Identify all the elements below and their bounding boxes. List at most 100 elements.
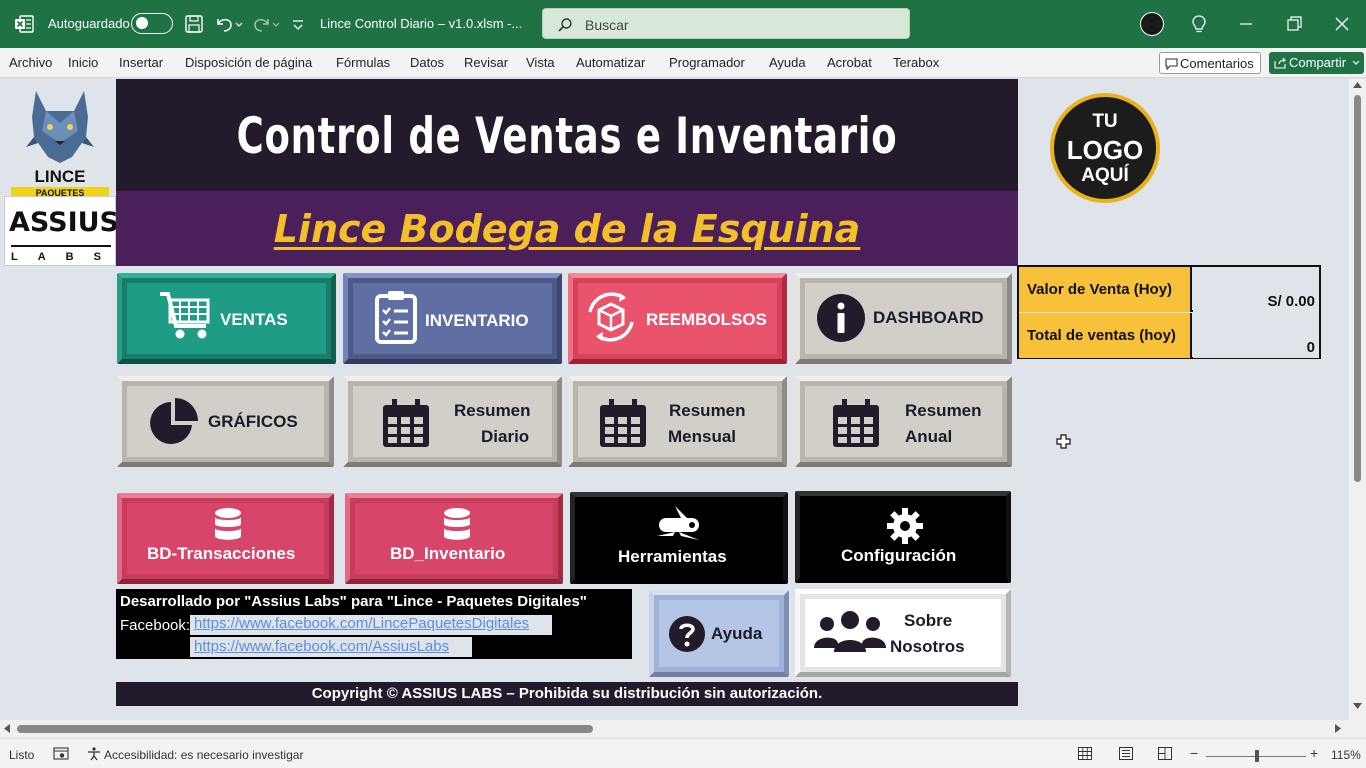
question-circle-icon xyxy=(669,616,705,652)
comments-button[interactable]: Comentarios xyxy=(1159,52,1261,74)
reembolsos-label: REEMBOLSOS xyxy=(646,310,767,329)
copyright-text: Copyright © ASSIUS LABS – Prohibida su d… xyxy=(311,685,823,702)
tab-archivo[interactable]: Archivo xyxy=(9,55,52,70)
worksheet: LINCE PAQUETES DIGITALES ASSIUS LABS Con… xyxy=(0,79,1349,720)
database-icon xyxy=(215,508,241,540)
assius-labs-logo: ASSIUS LABS xyxy=(4,196,121,266)
resumen-anual-label-2: Anual xyxy=(905,427,953,446)
your-logo-placeholder: TU LOGO AQUÍ xyxy=(1050,93,1160,203)
facebook-link-assius[interactable]: https://www.facebook.com/AssiusLabs xyxy=(194,638,449,655)
sobre-nosotros-button[interactable]: Sobre Nosotros xyxy=(795,589,1011,677)
kpi-table: Valor de Venta (Hoy) S/ 0.00 Total de ve… xyxy=(1017,265,1321,359)
lince-logo: LINCE PAQUETES DIGITALES xyxy=(8,87,112,210)
graficos-label: GRÁFICOS xyxy=(208,412,298,431)
kpi-row-total-sales: Total de ventas (hoy) 0 xyxy=(1019,313,1319,358)
save-icon[interactable] xyxy=(183,13,205,35)
autosave-toggle[interactable] xyxy=(131,13,173,34)
lightbulb-icon[interactable] xyxy=(1189,14,1209,34)
status-ready: Listo xyxy=(9,748,35,762)
configuracion-label: Configuración xyxy=(841,546,957,565)
resumen-diario-label-2: Diario xyxy=(481,427,530,446)
minimize-icon[interactable] xyxy=(1236,14,1256,34)
total-sales-value[interactable]: 0 xyxy=(1193,313,1319,358)
facebook-label: Facebook: xyxy=(120,617,191,634)
resumen-mensual-label-1: Resumen xyxy=(669,401,746,420)
gear-icon xyxy=(887,508,923,544)
bd-inventario-button[interactable]: BD_Inventario xyxy=(345,493,563,584)
configuracion-button[interactable]: Configuración xyxy=(795,491,1011,583)
sale-value[interactable]: S/ 0.00 xyxy=(1193,267,1319,312)
tab-formulas[interactable]: Fórmulas xyxy=(336,55,390,70)
bd-transacciones-button[interactable]: BD-Transacciones xyxy=(117,493,334,584)
ribbon-tabs: Archivo Inicio Insertar Disposición de p… xyxy=(0,48,1366,78)
search-icon xyxy=(558,18,572,32)
scroll-right-icon[interactable] xyxy=(1335,724,1341,733)
close-icon[interactable] xyxy=(1332,14,1352,34)
macro-recording-icon[interactable] xyxy=(53,747,69,760)
undo-icon[interactable] xyxy=(212,13,246,35)
tab-revisar[interactable]: Revisar xyxy=(464,55,508,70)
tab-datos[interactable]: Datos xyxy=(410,55,444,70)
dashboard-button[interactable]: DASHBOARD xyxy=(795,273,1012,364)
assius-logo-subtitle: LABS xyxy=(11,251,121,263)
lynx-icon xyxy=(26,91,94,163)
herramientas-button[interactable]: Herramientas xyxy=(570,492,788,584)
developed-by-text: Desarrollado por "Assius Labs" para "Lin… xyxy=(120,593,587,610)
facebook-link-lince[interactable]: https://www.facebook.com/LincePaquetesDi… xyxy=(194,615,529,632)
accessibility-status[interactable]: Accesibilidad: es necesario investigar xyxy=(104,748,303,762)
tab-automatizar[interactable]: Automatizar xyxy=(576,55,645,70)
search-input[interactable]: Buscar xyxy=(542,8,910,39)
resumen-mensual-button[interactable]: Resumen Mensual xyxy=(568,376,787,467)
scroll-down-icon[interactable] xyxy=(1353,703,1362,709)
inventario-button[interactable]: INVENTARIO xyxy=(343,273,562,364)
zoom-slider-thumb[interactable] xyxy=(1255,750,1259,762)
tab-programador[interactable]: Programador xyxy=(669,55,745,70)
tab-terabox[interactable]: Terabox xyxy=(893,55,939,70)
page-break-view-icon[interactable] xyxy=(1158,747,1172,760)
redo-icon[interactable] xyxy=(252,13,286,35)
file-title: Lince Control Diario – v1.0.xlsm -... xyxy=(320,16,523,31)
tab-vista[interactable]: Vista xyxy=(526,55,555,70)
tab-insertar[interactable]: Insertar xyxy=(119,55,163,70)
ayuda-label: Ayuda xyxy=(711,624,763,643)
tab-acrobat[interactable]: Acrobat xyxy=(827,55,872,70)
share-label: Compartir xyxy=(1289,55,1347,70)
share-button[interactable]: Compartir xyxy=(1269,52,1364,74)
scroll-up-icon[interactable] xyxy=(1353,82,1362,88)
zoom-level[interactable]: 115% xyxy=(1331,748,1361,762)
users-group-icon xyxy=(814,611,886,652)
user-avatar[interactable] xyxy=(1140,12,1164,36)
excel-icon xyxy=(15,15,34,33)
horizontal-scrollbar[interactable] xyxy=(0,720,1366,738)
tab-inicio[interactable]: Inicio xyxy=(68,55,98,70)
scroll-left-icon[interactable] xyxy=(4,724,10,733)
tab-disposicion[interactable]: Disposición de página xyxy=(185,55,312,70)
horizontal-scroll-thumb[interactable] xyxy=(17,725,593,733)
resumen-anual-button[interactable]: Resumen Anual xyxy=(795,376,1012,467)
graficos-button[interactable]: GRÁFICOS xyxy=(117,376,334,467)
zoom-in-button[interactable]: + xyxy=(1310,745,1318,761)
normal-view-icon[interactable] xyxy=(1078,747,1092,760)
title-bar: Autoguardado Lince Control Diario – v1.0… xyxy=(0,0,1366,48)
page-layout-view-icon[interactable] xyxy=(1119,747,1133,760)
kpi-row-sale-value: Valor de Venta (Hoy) S/ 0.00 xyxy=(1019,267,1319,312)
resumen-diario-button[interactable]: Resumen Diario xyxy=(343,376,562,467)
store-name-banner: Lince Bodega de la Esquina xyxy=(116,191,1018,266)
vertical-scroll-thumb[interactable] xyxy=(1354,95,1361,482)
ventas-button[interactable]: VENTAS xyxy=(117,273,336,364)
customize-toolbar-icon[interactable] xyxy=(290,13,306,35)
your-logo-line1: TU xyxy=(1092,111,1118,132)
zoom-out-button[interactable]: − xyxy=(1190,745,1198,761)
vertical-scrollbar[interactable] xyxy=(1349,79,1366,720)
share-icon xyxy=(1274,57,1286,69)
accessibility-icon[interactable] xyxy=(87,747,101,761)
ayuda-button[interactable]: Ayuda xyxy=(649,590,789,677)
shopping-cart-icon xyxy=(160,292,210,339)
tab-ayuda[interactable]: Ayuda xyxy=(769,55,806,70)
reembolsos-button[interactable]: REEMBOLSOS xyxy=(568,273,787,364)
restore-icon[interactable] xyxy=(1284,14,1304,34)
chevron-down-icon[interactable] xyxy=(1352,60,1360,66)
sobre-nosotros-label-2: Nosotros xyxy=(890,637,965,656)
your-logo-line2: LOGO xyxy=(1066,135,1144,165)
resumen-diario-label-1: Resumen xyxy=(454,401,531,420)
